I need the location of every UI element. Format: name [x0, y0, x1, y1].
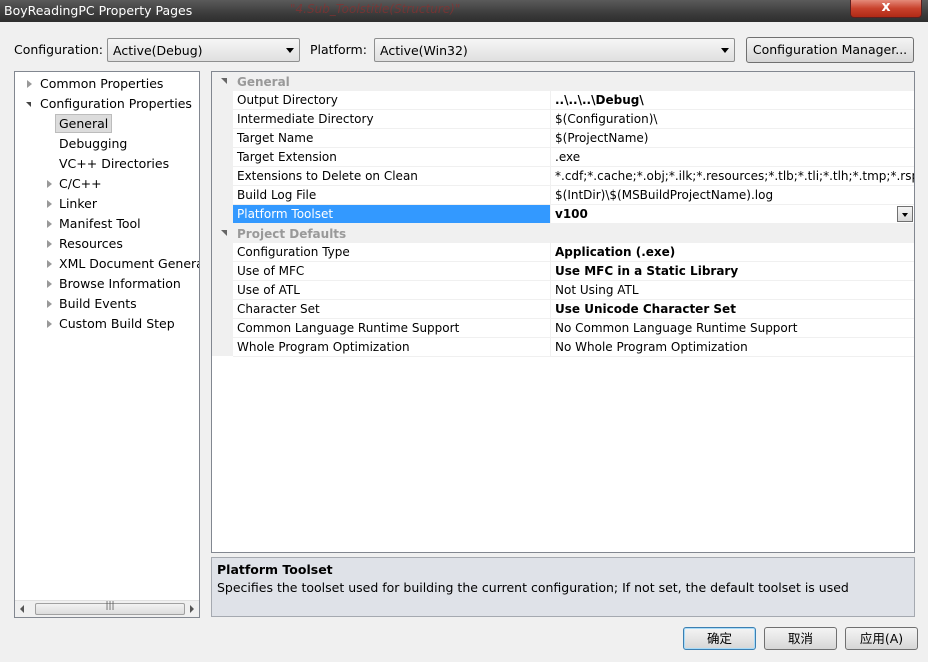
property-row[interactable]: Whole Program Optimization No Whole Prog…	[212, 338, 914, 357]
configuration-value: Active(Debug)	[113, 43, 203, 58]
configuration-label: Configuration:	[14, 42, 103, 57]
chevron-down-icon	[721, 48, 729, 53]
grip-icon: |||	[105, 601, 115, 611]
collapse-arrow-icon[interactable]	[221, 230, 227, 236]
expand-arrow-icon[interactable]	[47, 220, 52, 228]
property-value[interactable]: Application (.exe)	[551, 243, 914, 262]
property-row-platform-toolset[interactable]: Platform Toolset v100	[212, 205, 914, 224]
property-row[interactable]: Output Directory ..\..\..\Debug\	[212, 91, 914, 110]
property-row[interactable]: Build Log File $(IntDir)\$(MSBuildProjec…	[212, 186, 914, 205]
property-value[interactable]: $(IntDir)\$(MSBuildProjectName).log	[551, 186, 914, 205]
property-name: Intermediate Directory	[233, 110, 551, 129]
property-value[interactable]: No Whole Program Optimization	[551, 338, 914, 357]
expand-arrow-icon[interactable]	[47, 200, 52, 208]
expand-arrow-icon[interactable]	[47, 320, 52, 328]
property-value[interactable]: $(ProjectName)	[551, 129, 914, 148]
tree-item-label: Resources	[59, 236, 123, 251]
property-name: Target Extension	[233, 148, 551, 167]
ok-button[interactable]: 确定	[683, 627, 756, 650]
property-name: Character Set	[233, 300, 551, 319]
horizontal-scrollbar[interactable]: |||	[15, 600, 199, 617]
property-name: Output Directory	[233, 91, 551, 110]
property-name: Build Log File	[233, 186, 551, 205]
window-title: BoyReadingPC Property Pages	[4, 3, 193, 18]
tree-item-label: Configuration Properties	[40, 96, 192, 111]
tree-item-label: C/C++	[59, 176, 102, 191]
property-value[interactable]: Use Unicode Character Set	[551, 300, 914, 319]
tree-item-label: VC++ Directories	[59, 156, 170, 171]
property-value[interactable]: v100	[551, 205, 914, 224]
expand-arrow-icon[interactable]	[47, 260, 52, 268]
property-row[interactable]: Use of ATL Not Using ATL	[212, 281, 914, 300]
property-tree[interactable]: Common Properties Configuration Properti…	[14, 71, 200, 618]
tree-item-label: Browse Information	[59, 276, 181, 291]
collapse-arrow-icon[interactable]	[221, 78, 227, 84]
property-name: Configuration Type	[233, 243, 551, 262]
property-name: Target Name	[233, 129, 551, 148]
category-general[interactable]: General	[212, 72, 914, 91]
expand-arrow-icon[interactable]	[47, 300, 52, 308]
scroll-left-icon[interactable]	[20, 605, 24, 613]
description-title: Platform Toolset	[217, 562, 333, 577]
scroll-right-icon[interactable]	[190, 605, 194, 613]
property-value[interactable]: .exe	[551, 148, 914, 167]
close-button[interactable]: x	[850, 0, 922, 18]
apply-button[interactable]: 应用(A)	[845, 627, 918, 650]
property-value[interactable]: ..\..\..\Debug\	[551, 91, 914, 110]
tree-item-label: Common Properties	[40, 76, 164, 91]
property-name: Use of MFC	[233, 262, 551, 281]
tree-item-label: Manifest Tool	[59, 216, 141, 231]
tree-item-label: Linker	[59, 196, 97, 211]
dialog-client: Configuration: Active(Debug) Platform: A…	[0, 22, 928, 662]
category-label: General	[237, 75, 290, 89]
description-pane: Platform Toolset Specifies the toolset u…	[211, 557, 915, 617]
property-row[interactable]: Target Name $(ProjectName)	[212, 129, 914, 148]
property-name: Use of ATL	[233, 281, 551, 300]
dropdown-button[interactable]	[897, 206, 913, 222]
tree-item-label: XML Document Generat	[59, 256, 199, 271]
property-row[interactable]: Extensions to Delete on Clean *.cdf;*.ca…	[212, 167, 914, 186]
scroll-thumb[interactable]: |||	[35, 601, 185, 615]
tree-item-label: Debugging	[59, 136, 128, 151]
expand-arrow-icon[interactable]	[47, 240, 52, 248]
background-window-text: "4.Sub_Toolstitle(Structure)"	[290, 2, 461, 16]
property-row[interactable]: Target Extension .exe	[212, 148, 914, 167]
property-value[interactable]: Use MFC in a Static Library	[551, 262, 914, 281]
property-value[interactable]: *.cdf;*.cache;*.obj;*.ilk;*.resources;*.…	[551, 167, 914, 186]
property-row[interactable]: Common Language Runtime Support No Commo…	[212, 319, 914, 338]
property-name: Platform Toolset	[233, 205, 551, 224]
expand-arrow-icon[interactable]	[27, 80, 32, 88]
configuration-select[interactable]: Active(Debug)	[107, 38, 300, 62]
category-label: Project Defaults	[237, 227, 347, 241]
tree-item-label: Build Events	[59, 296, 137, 311]
property-name: Extensions to Delete on Clean	[233, 167, 551, 186]
expand-arrow-icon[interactable]	[47, 180, 52, 188]
property-value[interactable]: Not Using ATL	[551, 281, 914, 300]
property-value[interactable]: $(Configuration)\	[551, 110, 914, 129]
collapse-arrow-icon[interactable]	[26, 102, 31, 107]
chevron-down-icon	[286, 48, 294, 53]
tree-item-label: General	[55, 114, 113, 133]
property-value[interactable]: No Common Language Runtime Support	[551, 319, 914, 338]
property-row[interactable]: Intermediate Directory $(Configuration)\	[212, 110, 914, 129]
category-project-defaults[interactable]: Project Defaults	[212, 224, 914, 243]
tree-item-label: Custom Build Step	[59, 316, 175, 331]
platform-value: Active(Win32)	[380, 43, 468, 58]
platform-select[interactable]: Active(Win32)	[374, 38, 735, 62]
configuration-manager-button[interactable]: Configuration Manager...	[746, 37, 914, 63]
tree-item-xml-document-generator[interactable]: XML Document Generat	[45, 254, 199, 274]
property-row[interactable]: Character Set Use Unicode Character Set	[212, 300, 914, 319]
property-row[interactable]: Use of MFC Use MFC in a Static Library	[212, 262, 914, 281]
close-icon: x	[881, 0, 891, 15]
platform-label: Platform:	[310, 42, 367, 57]
property-name: Common Language Runtime Support	[233, 319, 551, 338]
cancel-button[interactable]: 取消	[764, 627, 837, 650]
title-bar: BoyReadingPC Property Pages "4.Sub_Tools…	[0, 0, 928, 22]
property-grid[interactable]: General Output Directory ..\..\..\Debug\…	[211, 71, 915, 553]
description-text: Specifies the toolset used for building …	[217, 580, 849, 595]
expand-arrow-icon[interactable]	[47, 280, 52, 288]
property-name: Whole Program Optimization	[233, 338, 551, 357]
property-row[interactable]: Configuration Type Application (.exe)	[212, 243, 914, 262]
